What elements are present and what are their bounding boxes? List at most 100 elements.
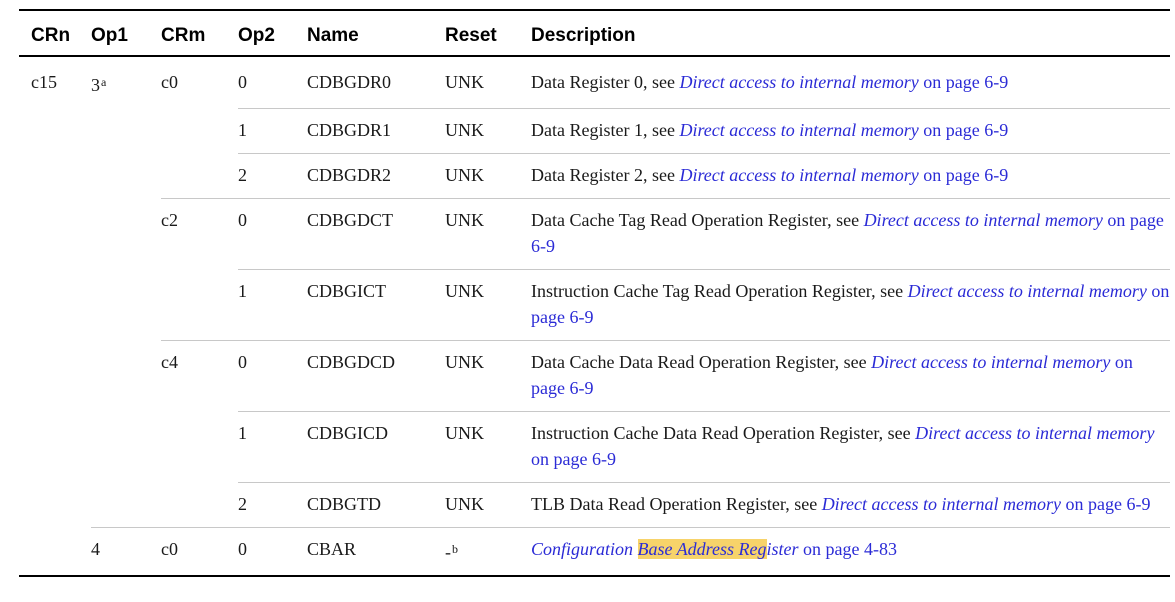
cell-reset: -b [445, 526, 531, 577]
desc-page-link[interactable]: on page 6-9 [531, 449, 616, 469]
table-row: 4 c0 0 CBAR -b Configuration Base Addres… [19, 526, 1170, 577]
cell-crn [19, 340, 91, 411]
cell-crm: c0 [161, 72, 178, 92]
reset-value: - [445, 541, 451, 562]
table-header-row: CRn Op1 CRm Op2 Name Reset Description [19, 10, 1170, 56]
cell-name: CDBGDR1 [307, 107, 445, 153]
desc-link[interactable]: Direct access to internal memory [679, 165, 918, 185]
cell-crn: c15 [31, 72, 57, 92]
cell-crm [161, 108, 238, 153]
cell-description: Instruction Cache Tag Read Operation Reg… [531, 268, 1170, 340]
desc-page-link[interactable]: on page 6-9 [1061, 494, 1150, 514]
cell-reset: UNK [445, 72, 484, 92]
cell-op1: 3a [91, 56, 161, 108]
header-reset: Reset [445, 25, 497, 46]
cell-crn [19, 269, 91, 340]
cell-reset: UNK [445, 197, 531, 269]
cell-crm [161, 269, 238, 340]
cell-crn [19, 411, 91, 482]
op1-value: 3 [91, 75, 100, 95]
desc-text: Data Cache Tag Read Operation Register, … [531, 209, 864, 230]
cell-crn [19, 482, 91, 527]
desc-text: Data Register 2, see [531, 164, 680, 185]
table-row: 2 CDBGDR2 UNK Data Register 2, see Direc… [19, 152, 1170, 198]
cell-description: Instruction Cache Data Read Operation Re… [531, 410, 1170, 482]
cell-reset: UNK [445, 107, 531, 153]
cell-op1 [91, 411, 161, 482]
cell-description: Data Cache Data Read Operation Register,… [531, 339, 1170, 411]
table-row: c4 0 CDBGDCD UNK Data Cache Data Read Op… [19, 339, 1170, 411]
header-crn: CRn [31, 25, 71, 46]
cell-name: CDBGDCT [307, 197, 445, 269]
footnote-a-marker[interactable]: a [101, 75, 106, 89]
cell-description: Data Register 2, see Direct access to in… [531, 152, 1170, 198]
cell-reset: UNK [445, 152, 531, 198]
cell-op2: 1 [238, 107, 307, 153]
cell-op1 [91, 340, 161, 411]
cell-crn [19, 108, 91, 153]
cbar-link-highlighted[interactable]: Base Address Reg [637, 538, 767, 559]
cell-crm: c4 [161, 339, 238, 411]
cell-op1 [91, 108, 161, 153]
desc-link[interactable]: Direct access to internal memory [679, 120, 918, 140]
cell-op1: 4 [91, 526, 161, 577]
cell-op2: 0 [238, 72, 247, 92]
desc-text: TLB Data Read Operation Register, see [531, 493, 822, 514]
desc-text: Data Register 1, see [531, 119, 680, 140]
header-crm: CRm [161, 25, 206, 46]
header-op2: Op2 [238, 25, 275, 46]
cell-description: Data Register 0, see Direct access to in… [531, 56, 1170, 108]
cell-reset: UNK [445, 268, 531, 340]
register-table-container: CRn Op1 CRm Op2 Name Reset Description c… [19, 9, 1170, 577]
table-row: 1 CDBGICD UNK Instruction Cache Data Rea… [19, 410, 1170, 482]
table-row: 2 CDBGTD UNK TLB Data Read Operation Reg… [19, 481, 1170, 527]
cell-name: CBAR [307, 526, 445, 577]
cell-op1 [91, 198, 161, 269]
cell-crn [19, 153, 91, 198]
desc-link[interactable]: Direct access to internal memory [871, 352, 1110, 372]
cell-op2: 1 [238, 410, 307, 482]
desc-link[interactable]: Direct access to internal memory [915, 423, 1154, 443]
cell-description: Configuration Base Address Register on p… [531, 526, 1170, 577]
cell-name: CDBGICT [307, 268, 445, 340]
cell-op2: 2 [238, 481, 307, 527]
cell-op2: 0 [238, 197, 307, 269]
cell-name: CDBGDR0 [307, 72, 392, 92]
cell-op1 [91, 482, 161, 527]
table-row: 1 CDBGICT UNK Instruction Cache Tag Read… [19, 268, 1170, 340]
cell-description: Data Cache Tag Read Operation Register, … [531, 197, 1170, 269]
cell-reset: UNK [445, 481, 531, 527]
cell-name: CDBGDCD [307, 339, 445, 411]
desc-link[interactable]: Direct access to internal memory [822, 494, 1061, 514]
cell-name: CDBGDR2 [307, 152, 445, 198]
desc-page-link[interactable]: on page 6-9 [919, 120, 1008, 140]
desc-page-link[interactable]: on page 6-9 [919, 72, 1008, 92]
cell-name: CDBGTD [307, 481, 445, 527]
cbar-page-link[interactable]: on page 4-83 [799, 539, 897, 559]
footnote-b-marker[interactable]: b [452, 542, 458, 556]
cbar-link-part2[interactable]: ister [767, 539, 799, 559]
cell-description: Data Register 1, see Direct access to in… [531, 107, 1170, 153]
desc-link[interactable]: Direct access to internal memory [908, 281, 1147, 301]
cell-crn [19, 527, 91, 577]
desc-text: Data Register 0, see [531, 72, 680, 92]
desc-link[interactable]: Direct access to internal memory [679, 72, 918, 92]
header-description: Description [531, 25, 636, 46]
table-row: c2 0 CDBGDCT UNK Data Cache Tag Read Ope… [19, 197, 1170, 269]
desc-text: Instruction Cache Tag Read Operation Reg… [531, 280, 908, 301]
cell-op2: 0 [238, 526, 307, 577]
desc-link[interactable]: Direct access to internal memory [864, 210, 1103, 230]
cbar-link-part1[interactable]: Configuration [531, 539, 638, 559]
cell-crm: c2 [161, 197, 238, 269]
cell-crm [161, 482, 238, 527]
header-name: Name [307, 25, 359, 46]
desc-text: Data Cache Data Read Operation Register,… [531, 351, 872, 372]
cell-reset: UNK [445, 410, 531, 482]
table-row: 1 CDBGDR1 UNK Data Register 1, see Direc… [19, 107, 1170, 153]
header-op1: Op1 [91, 25, 128, 46]
cell-op2: 2 [238, 152, 307, 198]
table-row: c15 3a c0 0 CDBGDR0 UNK Data Register 0,… [19, 56, 1170, 108]
cell-crm [161, 411, 238, 482]
desc-page-link[interactable]: on page 6-9 [919, 165, 1008, 185]
desc-text: Instruction Cache Data Read Operation Re… [531, 422, 916, 443]
